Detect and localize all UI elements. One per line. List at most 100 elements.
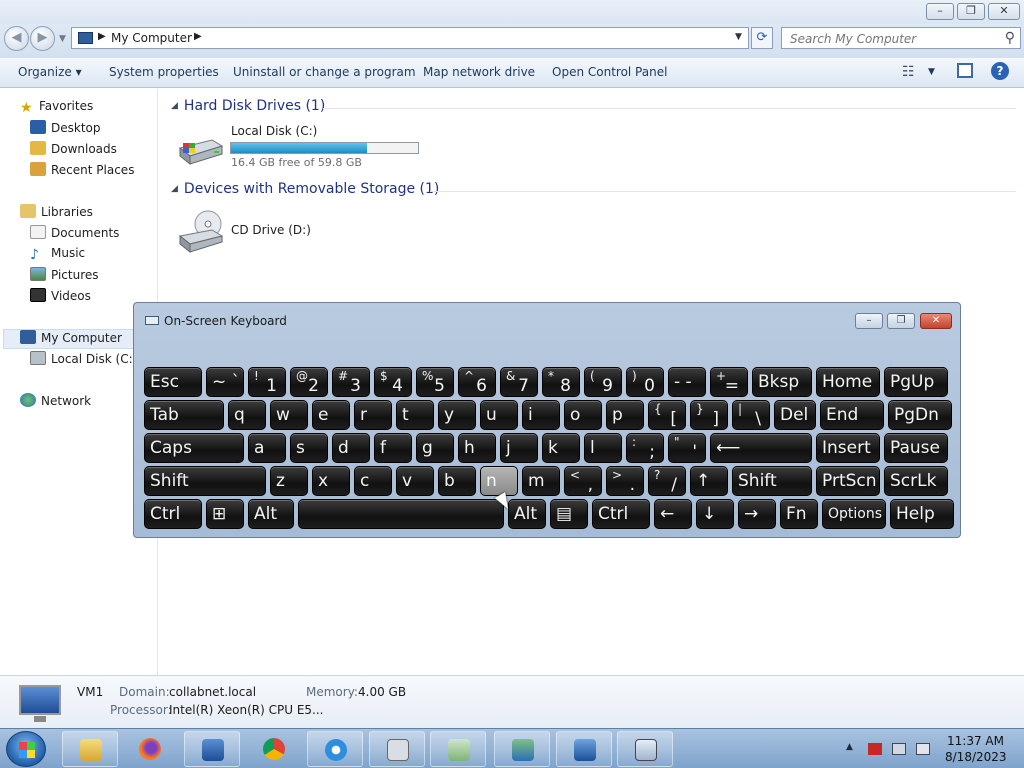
nav-local-disk[interactable]: Local Disk (C:) xyxy=(30,351,137,371)
options-key[interactable]: Options xyxy=(822,499,886,529)
enter-key[interactable]: ⟵ xyxy=(710,433,812,463)
show-hidden-icons-button[interactable]: ▲ xyxy=(846,742,853,752)
ctrl-key[interactable]: Ctrl xyxy=(144,499,202,529)
removable-storage-header[interactable]: ◢ Devices with Removable Storage (1) xyxy=(171,181,439,197)
fn-key[interactable]: Fn xyxy=(780,499,818,529)
key-r-key[interactable]: r xyxy=(354,400,392,430)
nav-favorites[interactable]: ★ Favorites xyxy=(20,99,93,119)
key-7-key[interactable]: & 7 xyxy=(500,367,538,397)
key-2-key[interactable]: @2 xyxy=(290,367,328,397)
collapse-arrow-icon[interactable]: ◢ xyxy=(171,184,178,194)
breadcrumb[interactable]: My Computer xyxy=(111,31,192,45)
shift-key[interactable]: Shift xyxy=(144,466,266,496)
caps-lock-key[interactable]: Caps xyxy=(144,433,244,463)
key-8-key[interactable]: * 8 xyxy=(542,367,580,397)
view-options-dropdown-icon[interactable]: ▼ xyxy=(928,67,935,77)
key-l-key[interactable]: l xyxy=(584,433,622,463)
firefox-icon[interactable] xyxy=(122,731,178,767)
nav-videos[interactable]: Videos xyxy=(30,288,91,308)
key-o-key[interactable]: o xyxy=(564,400,602,430)
computer-management-icon[interactable] xyxy=(184,731,240,767)
address-bar[interactable]: ▶ My Computer ▶ ▼ xyxy=(71,27,749,49)
network-tool-icon[interactable] xyxy=(494,731,550,767)
arrow-left-key[interactable]: ← xyxy=(654,499,692,529)
internet-explorer-icon[interactable] xyxy=(307,731,363,767)
esc-key[interactable]: Esc xyxy=(144,367,202,397)
remote-desktop-icon[interactable] xyxy=(556,731,612,767)
key-9-key[interactable]: (9 xyxy=(584,367,622,397)
nav-music[interactable]: ♪ Music xyxy=(30,246,85,266)
shift-key[interactable]: Shift xyxy=(732,466,812,496)
nav-libraries[interactable]: Libraries xyxy=(20,204,93,224)
start-button[interactable] xyxy=(6,731,46,767)
key-0-key[interactable]: ) 0 xyxy=(626,367,664,397)
key-w-key[interactable]: w xyxy=(270,400,308,430)
hard-disk-drives-header[interactable]: ◢ Hard Disk Drives (1) xyxy=(171,98,325,114)
key-q-key[interactable]: q xyxy=(228,400,266,430)
osk-restore-button[interactable]: ❐ xyxy=(887,313,915,329)
key-a-key[interactable]: a xyxy=(248,433,286,463)
minimize-button[interactable]: – xyxy=(926,3,954,20)
backspace-key[interactable]: Bksp xyxy=(752,367,812,397)
alt-key[interactable]: Alt xyxy=(508,499,546,529)
key-x59-key[interactable]: :; xyxy=(626,433,664,463)
key-1-key[interactable]: ! 1 xyxy=(248,367,286,397)
windows-key-icon[interactable]: ⊞ xyxy=(206,499,244,529)
forward-button[interactable]: ▶ xyxy=(30,26,55,51)
key-x-key[interactable]: x xyxy=(312,466,350,496)
system-properties-button[interactable]: System properties xyxy=(109,65,219,79)
osk-close-button[interactable]: ✕ xyxy=(920,313,952,329)
key-t-key[interactable]: t xyxy=(396,400,434,430)
action-center-icon[interactable] xyxy=(868,743,882,755)
map-network-drive-button[interactable]: Map network drive xyxy=(423,65,535,79)
search-icon[interactable]: ⚲ xyxy=(1005,30,1015,46)
help-icon[interactable]: ? xyxy=(991,62,1009,80)
network-status-icon[interactable] xyxy=(892,743,906,755)
nav-desktop[interactable]: Desktop xyxy=(30,120,101,140)
key-s-key[interactable]: s xyxy=(290,433,328,463)
key-3-key[interactable]: #3 xyxy=(332,367,370,397)
key-x61-key[interactable]: + = xyxy=(710,367,748,397)
key-x126x32x96-key[interactable]: ~ ` xyxy=(206,367,244,397)
page-up-key[interactable]: PgUp xyxy=(884,367,948,397)
osk-minimize-button[interactable]: – xyxy=(855,313,883,329)
volume-icon[interactable] xyxy=(916,743,930,755)
key-6-key[interactable]: ^ 6 xyxy=(458,367,496,397)
menu-key-icon[interactable]: ▤ xyxy=(550,499,588,529)
refresh-button[interactable]: ⟳ xyxy=(751,27,773,49)
chrome-icon[interactable] xyxy=(246,731,302,767)
cd-drive-icon[interactable] xyxy=(178,210,224,254)
uninstall-program-button[interactable]: Uninstall or change a program xyxy=(233,65,416,79)
organize-button[interactable]: Organize ▾ xyxy=(18,65,82,79)
on-screen-keyboard-icon[interactable] xyxy=(617,731,673,767)
key-v-key[interactable]: v xyxy=(396,466,434,496)
key-y-key[interactable]: y xyxy=(438,400,476,430)
key-u-key[interactable]: u xyxy=(480,400,518,430)
key-i-key[interactable]: i xyxy=(522,400,560,430)
open-control-panel-button[interactable]: Open Control Panel xyxy=(552,65,667,79)
help-key[interactable]: Help xyxy=(890,499,954,529)
nav-pictures[interactable]: Pictures xyxy=(30,267,99,287)
key-k-key[interactable]: k xyxy=(542,433,580,463)
spacebar[interactable] xyxy=(298,499,504,529)
scroll-lock-key[interactable]: ScrLk xyxy=(884,466,948,496)
key-m-key[interactable]: m xyxy=(522,466,560,496)
file-explorer-icon[interactable] xyxy=(62,731,118,767)
key-x93-key[interactable]: }] xyxy=(690,400,728,430)
end-key[interactable]: End xyxy=(820,400,884,430)
key-p-key[interactable]: p xyxy=(606,400,644,430)
key-x92-key[interactable]: | \ xyxy=(732,400,770,430)
preview-pane-icon[interactable] xyxy=(957,63,973,78)
delete-key[interactable]: Del xyxy=(774,400,816,430)
alt-key[interactable]: Alt xyxy=(248,499,294,529)
arrow-up-key[interactable]: ↑ xyxy=(690,466,728,496)
key-n-key[interactable]: n xyxy=(480,466,518,496)
clock-date[interactable]: 8/18/2023 xyxy=(945,750,1007,764)
nav-documents[interactable]: Documents xyxy=(30,225,119,245)
key-c-key[interactable]: c xyxy=(354,466,392,496)
key-h-key[interactable]: h xyxy=(458,433,496,463)
change-view-icon[interactable]: ☷ xyxy=(902,64,915,80)
tab-key[interactable]: Tab xyxy=(144,400,224,430)
hard-drive-icon[interactable] xyxy=(178,134,224,166)
key-j-key[interactable]: j xyxy=(500,433,538,463)
